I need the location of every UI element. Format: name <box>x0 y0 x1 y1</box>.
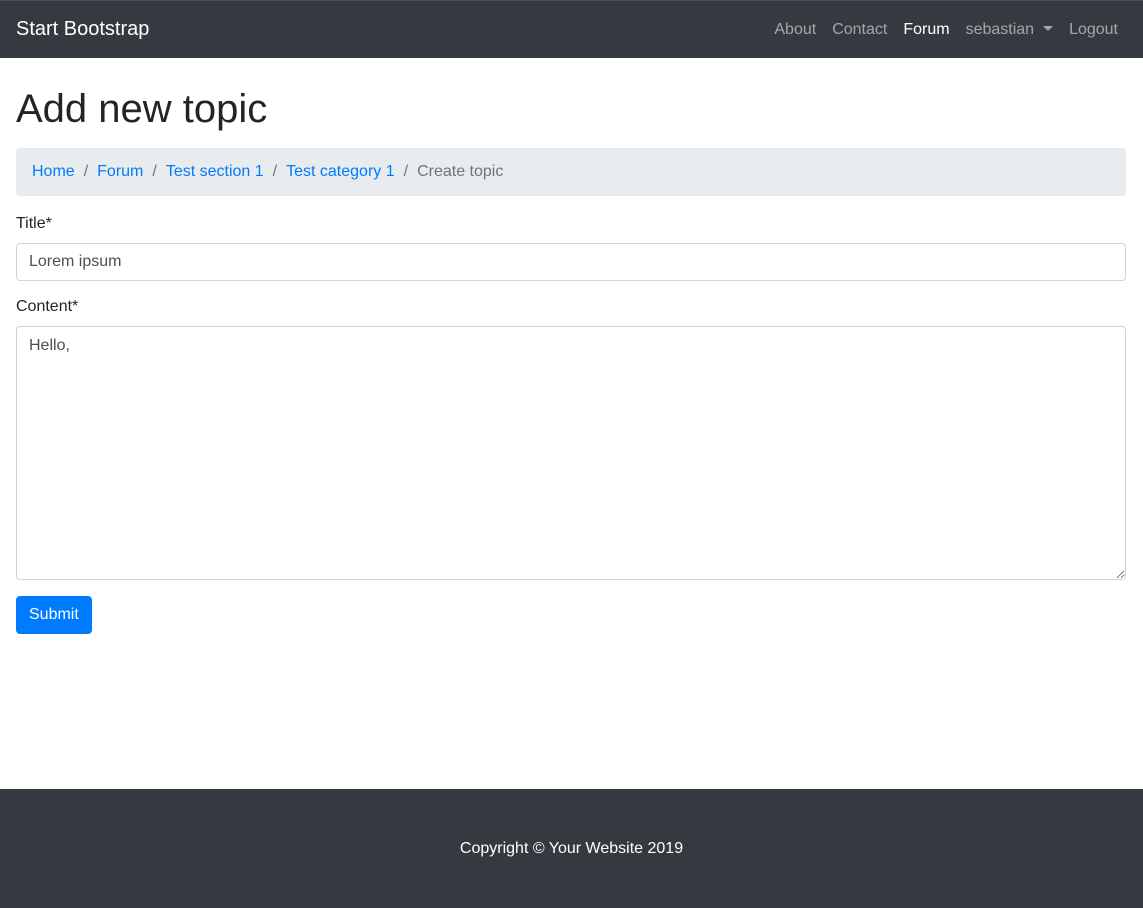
submit-button[interactable]: Submit <box>16 596 92 634</box>
content-textarea[interactable]: Hello, <box>16 326 1126 580</box>
brand-link[interactable]: Start Bootstrap <box>16 18 149 41</box>
footer: Copyright © Your Website 2019 <box>0 789 1143 908</box>
breadcrumb-forum[interactable]: Forum <box>97 163 143 181</box>
breadcrumb-separator: / <box>403 163 409 180</box>
top-navbar: Start Bootstrap About Contact Forum seba… <box>0 0 1143 58</box>
nav-link-forum[interactable]: Forum <box>895 21 957 39</box>
nav-link-about[interactable]: About <box>766 21 824 39</box>
user-dropdown-toggle[interactable]: sebastian <box>958 21 1062 39</box>
user-name: sebastian <box>965 20 1035 38</box>
copyright-text: Copyright © Your Website 2019 <box>459 839 684 857</box>
breadcrumb-category[interactable]: Test category 1 <box>286 163 395 181</box>
nav-link-contact[interactable]: Contact <box>824 21 895 39</box>
content-label: Content* <box>16 298 79 315</box>
breadcrumb-home[interactable]: Home <box>32 163 75 181</box>
breadcrumb-separator: / <box>83 163 89 180</box>
title-label: Title* <box>16 215 52 232</box>
breadcrumb-section[interactable]: Test section 1 <box>166 163 264 181</box>
page-title: Add new topic <box>16 87 268 131</box>
breadcrumb: Home / Forum / Test section 1 / Test cat… <box>16 148 1126 196</box>
create-topic-form: Title* Content* Hello, Submit <box>16 215 1126 634</box>
title-input[interactable] <box>16 243 1126 281</box>
breadcrumb-current: Create topic <box>417 163 504 180</box>
nav-links: About Contact Forum sebastian Logout <box>766 21 1127 39</box>
nav-link-logout[interactable]: Logout <box>1061 21 1127 39</box>
breadcrumb-separator: / <box>152 163 157 180</box>
breadcrumb-separator: / <box>272 163 278 180</box>
main-content: Add new topic Home / Forum / Test sectio… <box>16 58 1126 634</box>
caret-down-icon <box>1043 26 1054 31</box>
